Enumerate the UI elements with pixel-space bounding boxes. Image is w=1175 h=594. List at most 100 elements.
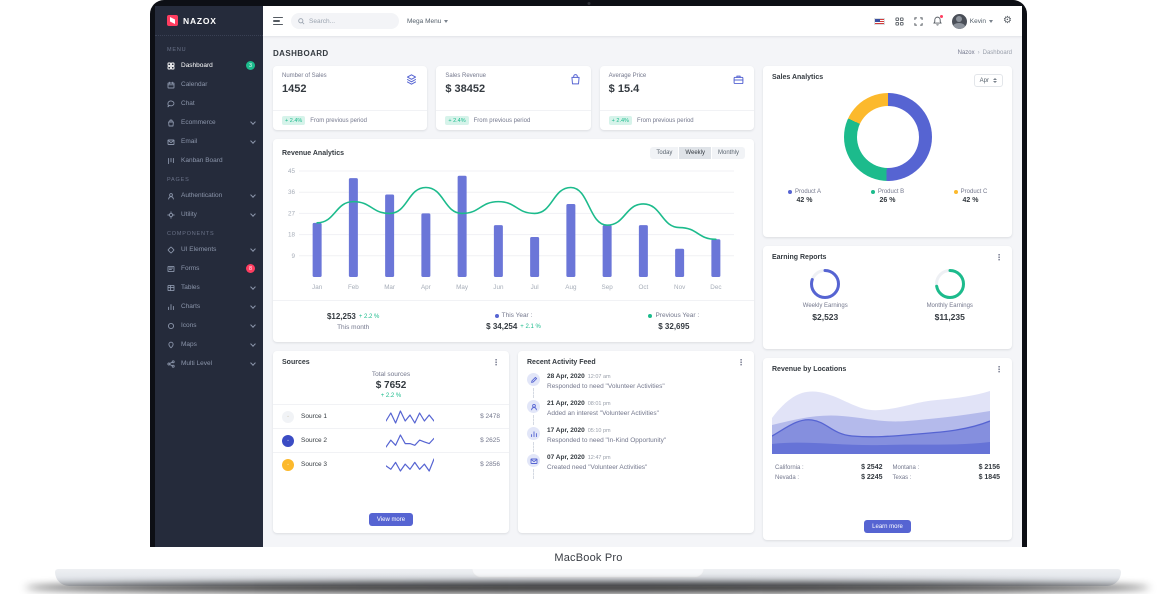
user-icon bbox=[530, 403, 538, 411]
location-stat-california: California :$ 2542 bbox=[775, 464, 883, 471]
svg-text:36: 36 bbox=[288, 189, 296, 196]
view-more-button[interactable]: View more bbox=[369, 513, 413, 526]
sources-menu-button[interactable]: ⋮ bbox=[492, 359, 500, 367]
fullscreen-button[interactable] bbox=[914, 17, 923, 26]
charts-icon bbox=[167, 303, 175, 311]
stat-card-title: Sales Revenue bbox=[445, 73, 486, 79]
month-label: This month bbox=[337, 324, 369, 331]
learn-more-button[interactable]: Learn more bbox=[864, 520, 911, 533]
legend-pct: 26 % bbox=[880, 197, 896, 204]
stat-card-delta-badge: + 2.4% bbox=[445, 116, 468, 125]
earning-reports-menu-button[interactable]: ⋮ bbox=[995, 254, 1003, 262]
settings-button[interactable]: ⚙ bbox=[1003, 16, 1012, 26]
this-year-delta: + 2.1 % bbox=[520, 324, 541, 330]
chevron-down-icon bbox=[250, 119, 256, 125]
activity-date: 17 Apr, 202005:10 pm bbox=[547, 427, 666, 434]
macbook-mockup: NAZOX MENUDashboard3Calendar Chat Ecommerc… bbox=[0, 0, 1175, 594]
stat-card-note: From previous period bbox=[637, 118, 694, 124]
stat-card-value: $ 15.4 bbox=[609, 83, 647, 95]
sources-title: Sources bbox=[282, 359, 310, 367]
sources-total-label: Total sources bbox=[273, 371, 509, 378]
earning-label: Weekly Earnings bbox=[803, 303, 848, 309]
sidebar-item-kanban-board[interactable]: Kanban Board bbox=[155, 151, 263, 170]
source-row-1[interactable]: ◦Source 1$ 2478 bbox=[273, 404, 509, 428]
period-select[interactable]: Apr bbox=[974, 74, 1003, 87]
sidebar-item-ui-elements[interactable]: UI Elements bbox=[155, 240, 263, 259]
sidebar-item-label: Multi Level bbox=[181, 360, 245, 367]
sales-analytics-card: Sales Analytics Apr bbox=[763, 66, 1012, 237]
tab-monthly[interactable]: Monthly bbox=[712, 147, 745, 159]
tab-today[interactable]: Today bbox=[650, 147, 678, 159]
revenue-locations-card: Revenue by Locations ⋮ bbox=[763, 358, 1012, 540]
source-amount: $ 2478 bbox=[466, 413, 500, 420]
this-year-label: This Year : bbox=[502, 312, 533, 319]
notifications-button[interactable] bbox=[933, 16, 942, 26]
sidebar-item-forms[interactable]: Forms8 bbox=[155, 259, 263, 278]
radial-chart bbox=[809, 268, 841, 300]
source-sparkline bbox=[353, 409, 466, 424]
utility-icon bbox=[167, 211, 175, 219]
svg-text:May: May bbox=[456, 284, 469, 291]
revenue-locations-menu-button[interactable]: ⋮ bbox=[995, 366, 1003, 374]
source-row-2[interactable]: ◦Source 2$ 2625 bbox=[273, 428, 509, 452]
earning-weekly-earnings: Weekly Earnings $2,523 bbox=[763, 268, 888, 322]
user-menu-button[interactable]: Kevin bbox=[952, 14, 993, 29]
tab-weekly[interactable]: Weekly bbox=[679, 147, 711, 159]
svg-text:27: 27 bbox=[288, 210, 296, 217]
this-year-dot bbox=[495, 314, 499, 318]
sidebar-item-label: Chat bbox=[181, 100, 255, 107]
brand-logo[interactable]: NAZOX bbox=[155, 6, 263, 36]
svg-text:Sep: Sep bbox=[602, 284, 614, 291]
search-input[interactable]: Search... bbox=[291, 13, 399, 29]
sidebar-item-dashboard[interactable]: Dashboard3 bbox=[155, 56, 263, 75]
svg-text:9: 9 bbox=[291, 253, 295, 260]
svg-text:Aug: Aug bbox=[565, 284, 577, 291]
sidebar-item-multi-level[interactable]: Multi Level bbox=[155, 354, 263, 373]
sidebar-item-utility[interactable]: Utility bbox=[155, 205, 263, 224]
hamburger-menu-icon[interactable] bbox=[273, 17, 283, 25]
pencil-icon bbox=[530, 376, 538, 384]
earning-value: $2,523 bbox=[812, 312, 838, 322]
sidebar-item-calendar[interactable]: Calendar bbox=[155, 75, 263, 94]
sidebar-item-tables[interactable]: Tables bbox=[155, 278, 263, 297]
source-row-3[interactable]: ◦Source 3$ 2856 bbox=[273, 452, 509, 476]
activity-text: Added an interest "Volunteer Activities" bbox=[547, 410, 659, 417]
sidebar-item-chat[interactable]: Chat bbox=[155, 94, 263, 113]
svg-text:Jul: Jul bbox=[531, 284, 539, 291]
avatar bbox=[952, 14, 967, 29]
laptop-shadow bbox=[25, 582, 1150, 593]
mega-menu-button[interactable]: Mega Menu bbox=[407, 18, 448, 25]
sidebar-item-ecommerce[interactable]: Ecommerce bbox=[155, 113, 263, 132]
stat-card-title: Number of Sales bbox=[282, 73, 327, 79]
source-name: Source 1 bbox=[301, 413, 353, 420]
sidebar-item-label: Ecommerce bbox=[181, 119, 245, 126]
icons-icon bbox=[167, 322, 175, 330]
chat-icon bbox=[167, 100, 175, 108]
sidebar-item-authentication[interactable]: Authentication bbox=[155, 186, 263, 205]
mail-icon bbox=[530, 457, 538, 465]
previous-year-summary: Previous Year : $ 32,695 bbox=[594, 301, 754, 342]
sidebar-item-maps[interactable]: Maps bbox=[155, 335, 263, 354]
sidebar-section-label: PAGES bbox=[155, 170, 263, 186]
sales-analytics-title: Sales Analytics bbox=[772, 74, 823, 81]
previous-year-label: Previous Year : bbox=[655, 312, 699, 319]
revenue-analytics-footer: $12,253 + 2.2 % This month This Y bbox=[273, 300, 754, 342]
stat-card-delta-badge: + 2.4% bbox=[282, 116, 305, 125]
source-amount: $ 2625 bbox=[466, 437, 500, 444]
maps-icon bbox=[167, 341, 175, 349]
activity-feed-title: Recent Activity Feed bbox=[527, 359, 596, 367]
breadcrumb-root[interactable]: Nazox bbox=[958, 50, 975, 56]
sidebar-section-label: MENU bbox=[155, 40, 263, 56]
activity-time: 05:10 pm bbox=[588, 428, 611, 434]
activity-feed-menu-button[interactable]: ⋮ bbox=[737, 359, 745, 367]
ui-elements-icon bbox=[167, 246, 175, 254]
sidebar-item-charts[interactable]: Charts bbox=[155, 297, 263, 316]
sidebar-item-email[interactable]: Email bbox=[155, 132, 263, 151]
apps-grid-button[interactable] bbox=[895, 17, 904, 26]
language-flag-button[interactable] bbox=[874, 18, 885, 25]
layers-icon bbox=[405, 73, 418, 86]
sidebar-item-icons[interactable]: Icons bbox=[155, 316, 263, 335]
location-stat-nevada: Nevada :$ 2245 bbox=[775, 474, 883, 481]
stat-card-sales-revenue: Sales Revenue$ 38452+ 2.4%From previous … bbox=[436, 66, 590, 130]
tables-icon bbox=[167, 284, 175, 292]
